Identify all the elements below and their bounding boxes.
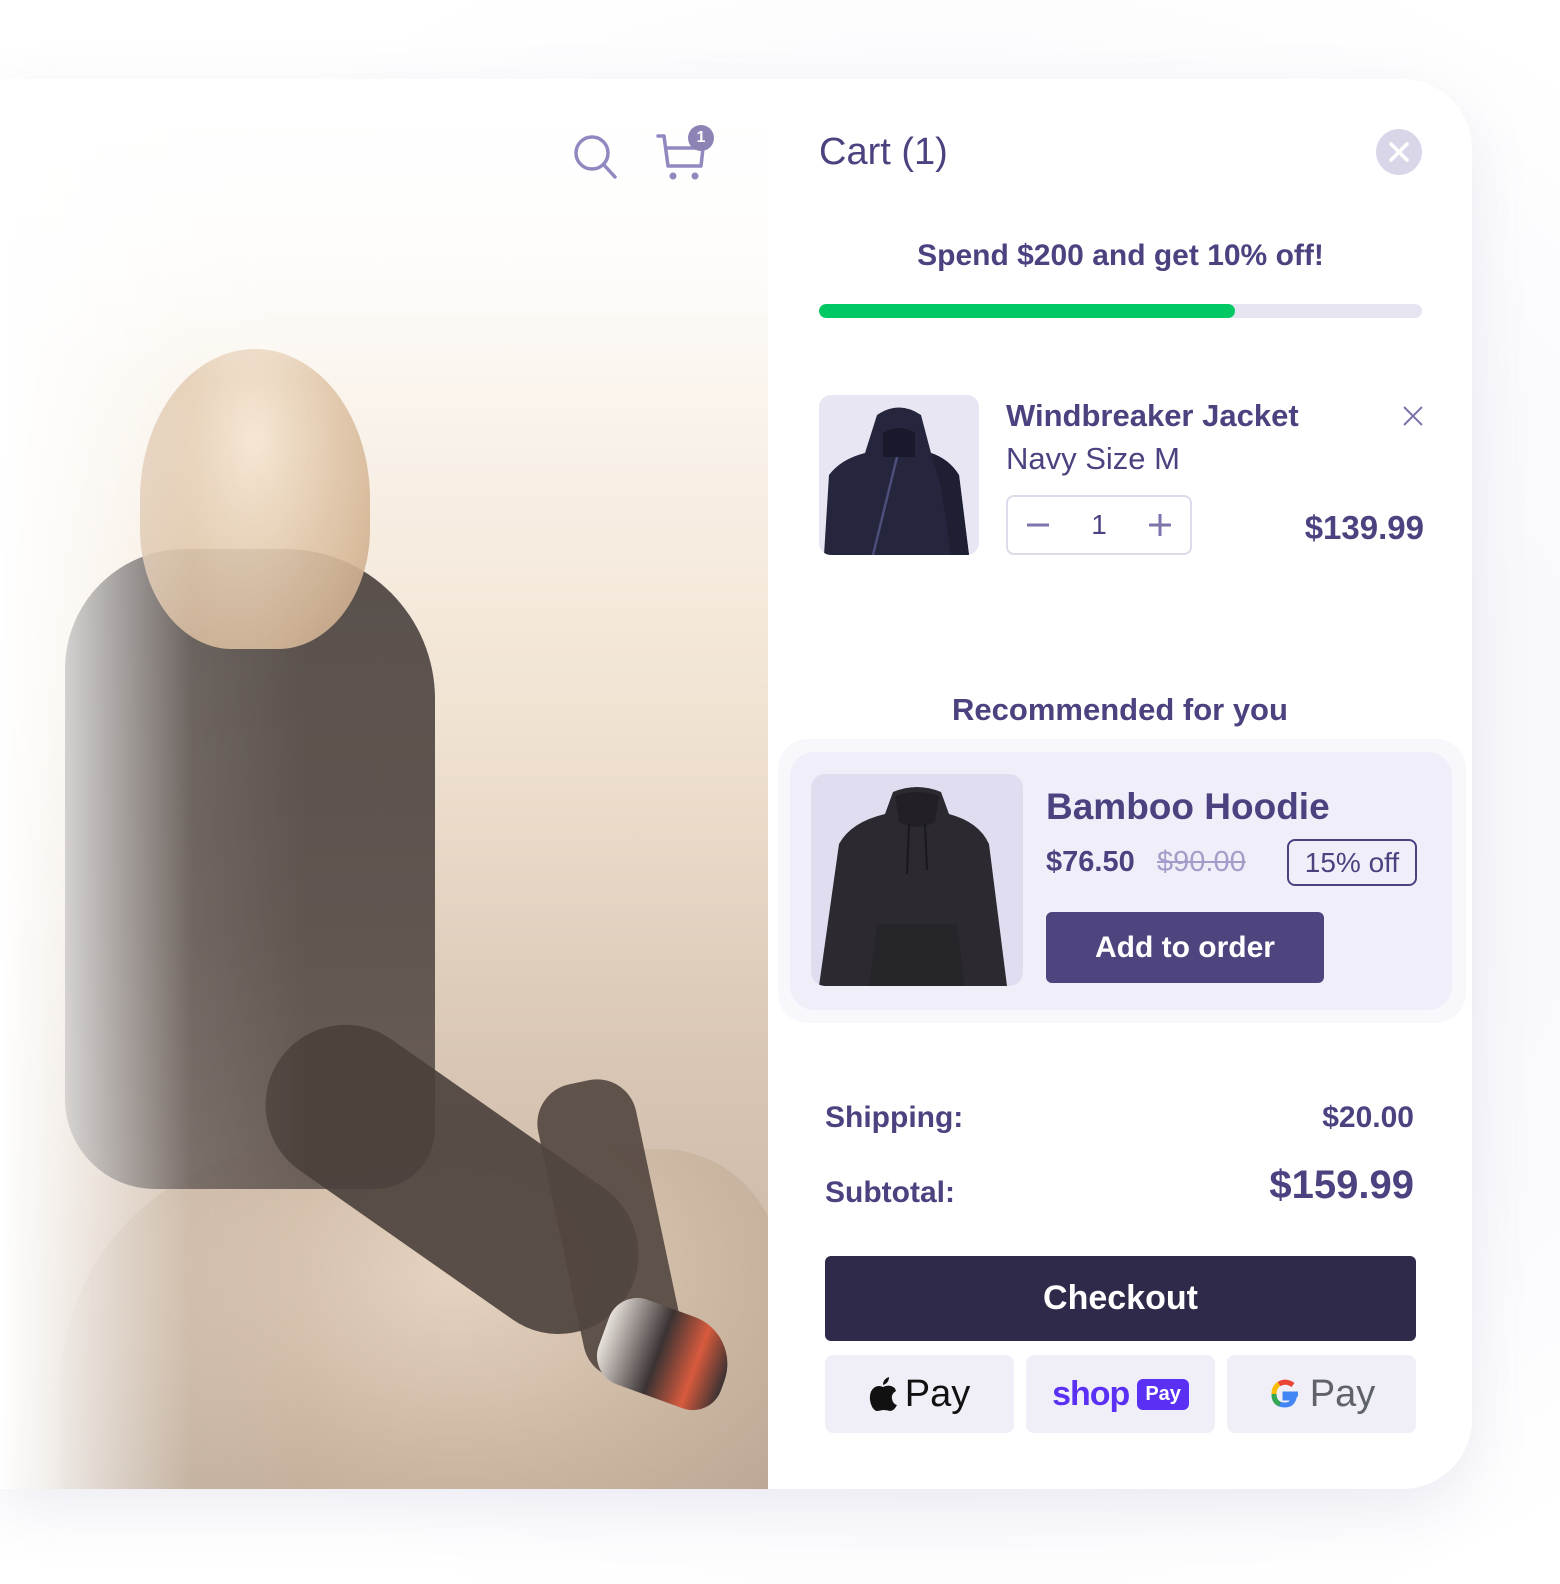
search-button[interactable] — [566, 127, 624, 185]
header-icons: 1 — [566, 125, 714, 185]
storefront-window: 1 Cart (1) Spend $200 and get 10% off! W… — [0, 79, 1472, 1489]
increase-quantity-button[interactable] — [1146, 511, 1174, 539]
express-payment-options: Pay shop Pay Pay — [825, 1355, 1416, 1433]
cart-drawer: Cart (1) Spend $200 and get 10% off! Win… — [768, 79, 1472, 1489]
add-to-order-button[interactable]: Add to order — [1046, 912, 1324, 983]
promo-progress-bar — [819, 304, 1422, 318]
cart-count-badge: 1 — [688, 125, 714, 151]
item-price: $139.99 — [1304, 509, 1424, 546]
close-icon — [1389, 142, 1409, 162]
quantity-stepper: 1 — [1006, 495, 1192, 555]
windbreaker-jacket-image[interactable] — [819, 395, 979, 555]
decrease-quantity-button[interactable] — [1024, 511, 1052, 539]
jacket-graphic — [824, 407, 969, 555]
hoodie-graphic — [819, 787, 1007, 986]
shipping-label: Shipping: — [825, 1101, 964, 1134]
shipping-value: $20.00 — [1322, 1101, 1414, 1134]
bamboo-hoodie-image[interactable] — [811, 774, 1023, 986]
photo-top-fade — [0, 79, 768, 379]
promo-message: Spend $200 and get 10% off! — [917, 239, 1324, 272]
promo-progress-fill — [819, 304, 1236, 318]
remove-item-button[interactable] — [1401, 404, 1425, 428]
item-variant: Navy Size M — [1006, 441, 1180, 476]
lifestyle-photo: 1 — [0, 79, 768, 1489]
quantity-value[interactable]: 1 — [1091, 509, 1107, 541]
close-cart-button[interactable] — [1376, 129, 1422, 175]
discount-badge: 15% off — [1287, 839, 1417, 886]
minus-icon — [1027, 523, 1049, 527]
item-name: Windbreaker Jacket — [1006, 398, 1299, 433]
search-icon — [574, 135, 617, 179]
checkout-button[interactable]: Checkout — [825, 1256, 1416, 1341]
recommended-sale-price: $76.50 — [1046, 846, 1135, 878]
google-pay-button[interactable]: Pay — [1227, 1355, 1416, 1433]
google-g-icon — [1271, 1379, 1298, 1408]
plus-icon — [1148, 514, 1171, 536]
apple-logo-icon — [869, 1377, 897, 1411]
cart-button[interactable]: 1 — [654, 125, 714, 185]
apple-pay-button[interactable]: Pay — [825, 1355, 1014, 1433]
cart-line-item: Windbreaker Jacket Navy Size M 1 $139.99 — [819, 395, 1424, 555]
cart-title: Cart (1) — [819, 131, 948, 173]
apple-pay-text: Pay — [904, 1372, 971, 1415]
google-pay-text: Pay — [1309, 1372, 1376, 1415]
remove-icon — [1403, 406, 1423, 426]
recommended-original-price: $90.00 — [1157, 846, 1246, 878]
subtotal-value: $159.99 — [1269, 1163, 1414, 1207]
recommended-title: Recommended for you — [952, 692, 1288, 727]
shop-pay-badge: Pay — [1137, 1378, 1189, 1410]
subtotal-label: Subtotal: — [825, 1176, 955, 1209]
recommended-product-card: Bamboo Hoodie $76.50 $90.00 15% off Add … — [790, 752, 1452, 1010]
recommended-product-name[interactable]: Bamboo Hoodie — [1046, 786, 1330, 828]
shop-pay-wordmark: shop — [1052, 1374, 1130, 1413]
shop-pay-button[interactable]: shop Pay — [1026, 1355, 1215, 1433]
